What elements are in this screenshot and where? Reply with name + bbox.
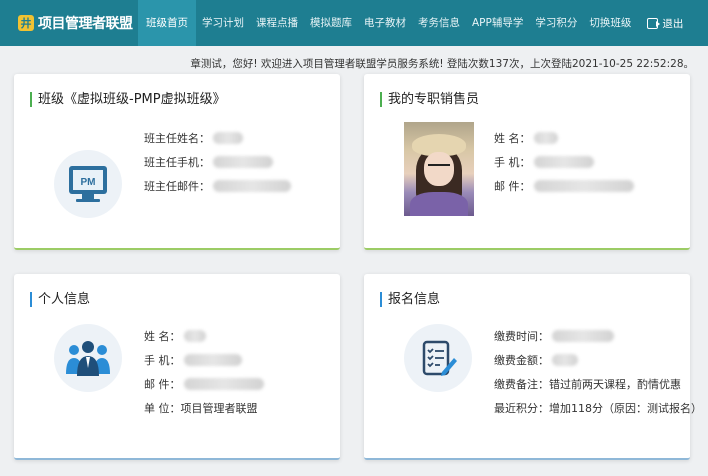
class-card-title: 班级《虚拟班级-PMP虚拟班级》 bbox=[30, 92, 226, 107]
checklist-icon bbox=[422, 340, 457, 376]
user-name-label: 姓 名： bbox=[144, 330, 181, 343]
payment-note-label: 缴费备注： bbox=[494, 378, 549, 391]
welcome-message: 章测试，您好! 欢迎进入项目管理者联盟学员服务系统! 登陆次数137次，上次登陆… bbox=[190, 58, 694, 70]
redacted-value bbox=[183, 330, 206, 342]
personal-icon-circle bbox=[54, 324, 122, 392]
signup-icon-circle bbox=[404, 324, 472, 392]
payment-amount-label: 缴费金额： bbox=[494, 354, 549, 367]
head-teacher-name-label: 班主任姓名： bbox=[144, 132, 210, 145]
info-row: 单 位： 项目管理者联盟 bbox=[144, 396, 264, 420]
head-teacher-email-label: 班主任邮件： bbox=[144, 180, 210, 193]
redacted-value bbox=[183, 378, 264, 390]
sales-info: 姓 名： 手 机： 邮 件： bbox=[494, 126, 634, 198]
redacted-value bbox=[213, 132, 243, 144]
info-row: 姓 名： bbox=[494, 126, 634, 150]
sales-email-label: 邮 件： bbox=[494, 180, 531, 193]
signup-info: 缴费时间： 缴费金额： 缴费备注： 错过前两天课程，酌情优惠 最近积分： 增加118… bbox=[494, 324, 702, 420]
logo[interactable]: 井 项目管理者联盟 bbox=[0, 0, 138, 46]
sales-card-title: 我的专职销售员 bbox=[380, 92, 479, 107]
user-company-label: 单 位： bbox=[144, 402, 181, 415]
payment-time-label: 缴费时间： bbox=[494, 330, 549, 343]
nav-item-exam-info[interactable]: 考务信息 bbox=[412, 0, 466, 46]
monitor-pm-icon: PM bbox=[69, 166, 107, 202]
logout-label: 退出 bbox=[662, 17, 684, 30]
sales-name-label: 姓 名： bbox=[494, 132, 531, 145]
top-nav-bar: 井 项目管理者联盟 班级首页 学习计划 课程点播 模拟题库 电子教材 考务信息 … bbox=[0, 0, 708, 46]
people-group-icon bbox=[66, 341, 110, 376]
class-card: 班级《虚拟班级-PMP虚拟班级》 PM 班主任姓名： 班主任手机： 班主任邮件： bbox=[14, 74, 340, 250]
info-row: 手 机： bbox=[144, 348, 264, 372]
monitor-pm-text: PM bbox=[81, 177, 96, 188]
info-row: 缴费备注： 错过前两天课程，酌情优惠 bbox=[494, 372, 702, 396]
class-icon-circle: PM bbox=[54, 150, 122, 218]
personal-card: 个人信息 姓 名： 手 机： 邮 件： 单 位： 项目管理者联盟 bbox=[14, 274, 340, 460]
sales-avatar bbox=[404, 122, 474, 216]
nav-item-study-points[interactable]: 学习积分 bbox=[529, 0, 583, 46]
info-row: 邮 件： bbox=[144, 372, 264, 396]
redacted-value bbox=[183, 354, 242, 366]
personal-card-title: 个人信息 bbox=[30, 292, 90, 307]
signup-card: 报名信息 缴费时间： 缴费金额： 缴费备注： 错过前两天课程，酌情优惠 最近积分：… bbox=[364, 274, 702, 460]
recent-points-value: 增加118分（原因：测试报名） bbox=[549, 402, 702, 415]
redacted-value bbox=[552, 330, 614, 342]
redacted-value bbox=[213, 156, 273, 168]
class-info: 班主任姓名： 班主任手机： 班主任邮件： bbox=[144, 126, 291, 198]
recent-points-label: 最近积分： bbox=[494, 402, 549, 415]
logo-icon: 井 bbox=[18, 15, 34, 31]
logout-icon bbox=[647, 17, 661, 29]
nav-item-study-plan[interactable]: 学习计划 bbox=[196, 0, 250, 46]
payment-note-value: 错过前两天课程，酌情优惠 bbox=[549, 378, 681, 391]
info-row: 缴费金额： bbox=[494, 348, 702, 372]
info-row: 邮 件： bbox=[494, 174, 634, 198]
info-row: 班主任手机： bbox=[144, 150, 291, 174]
user-phone-label: 手 机： bbox=[144, 354, 181, 367]
user-email-label: 邮 件： bbox=[144, 378, 181, 391]
info-row: 手 机： bbox=[494, 150, 634, 174]
redacted-value bbox=[533, 180, 634, 192]
redacted-value bbox=[533, 156, 594, 168]
signup-card-title: 报名信息 bbox=[380, 292, 440, 307]
redacted-value bbox=[552, 354, 578, 366]
sales-card: 我的专职销售员 姓 名： 手 机： 邮 件： bbox=[364, 74, 690, 250]
nav-item-course-on-demand[interactable]: 课程点播 bbox=[250, 0, 304, 46]
nav-item-class-home[interactable]: 班级首页 bbox=[138, 0, 196, 46]
sales-phone-label: 手 机： bbox=[494, 156, 531, 169]
logo-text: 项目管理者联盟 bbox=[38, 16, 133, 32]
nav-item-app-tutoring[interactable]: APP辅导学 bbox=[466, 0, 529, 46]
logout-button[interactable]: 退出 bbox=[637, 16, 683, 31]
nav-item-ebooks[interactable]: 电子教材 bbox=[358, 0, 412, 46]
info-row: 姓 名： bbox=[144, 324, 264, 348]
info-row: 班主任姓名： bbox=[144, 126, 291, 150]
personal-info: 姓 名： 手 机： 邮 件： 单 位： 项目管理者联盟 bbox=[144, 324, 264, 420]
info-row: 缴费时间： bbox=[494, 324, 702, 348]
info-row: 班主任邮件： bbox=[144, 174, 291, 198]
head-teacher-phone-label: 班主任手机： bbox=[144, 156, 210, 169]
user-company-value: 项目管理者联盟 bbox=[180, 402, 258, 415]
info-row: 最近积分： 增加118分（原因：测试报名） bbox=[494, 396, 702, 420]
main-nav: 班级首页 学习计划 课程点播 模拟题库 电子教材 考务信息 APP辅导学 学习积… bbox=[138, 0, 683, 46]
redacted-value bbox=[213, 180, 291, 192]
nav-item-switch-class[interactable]: 切换班级 bbox=[583, 0, 637, 46]
redacted-value bbox=[533, 132, 558, 144]
nav-item-mock-exams[interactable]: 模拟题库 bbox=[304, 0, 358, 46]
